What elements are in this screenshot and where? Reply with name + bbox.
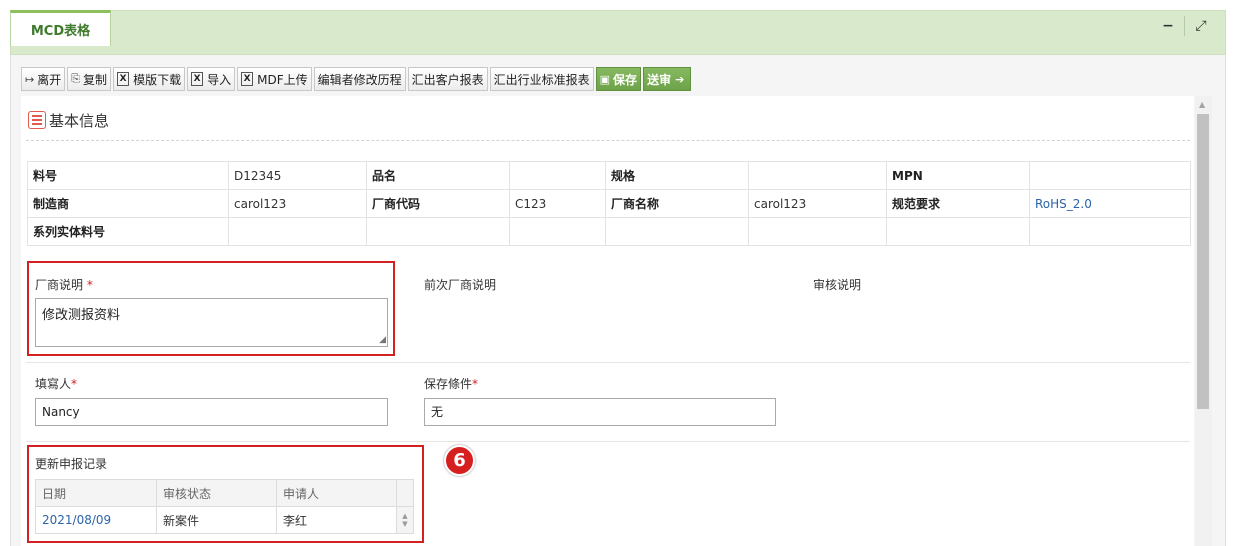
value-vendor-name: carol123 bbox=[748, 189, 887, 218]
submit-review-button[interactable]: 送审 ➔ bbox=[643, 67, 692, 91]
label-part-number: 料号 bbox=[27, 161, 229, 190]
label-spec-requirement: 规范要求 bbox=[886, 189, 1030, 218]
table-cell bbox=[886, 217, 1030, 246]
column-header-applicant[interactable]: 申请人 bbox=[276, 479, 397, 507]
vendor-note-textarea[interactable]: 修改测报资料 ◢ bbox=[35, 298, 388, 347]
records-table: 日期 审核状态 申请人 2021/08/09 新案件 李红 ▲ ▼ bbox=[35, 479, 414, 534]
record-status: 新案件 bbox=[156, 506, 277, 534]
table-cell bbox=[605, 217, 749, 246]
excel-icon: X bbox=[117, 72, 130, 86]
vertical-scrollbar[interactable]: ▲ bbox=[1195, 96, 1212, 546]
table-row: 系列实体料号 bbox=[27, 217, 1191, 246]
vendor-note-label: 厂商说明 * bbox=[35, 278, 93, 292]
review-note-label: 审核说明 bbox=[813, 278, 862, 292]
divider bbox=[1184, 16, 1185, 36]
table-row[interactable]: 2021/08/09 新案件 李红 ▲ ▼ bbox=[35, 506, 414, 534]
table-cell bbox=[366, 217, 510, 246]
mdf-upload-label: MDF上传 bbox=[257, 72, 308, 87]
value-vendor-code: C123 bbox=[509, 189, 606, 218]
divider bbox=[26, 441, 1190, 442]
scrollbar-corner bbox=[396, 479, 414, 507]
value-series-part-number bbox=[228, 217, 367, 246]
record-applicant: 李红 bbox=[276, 506, 397, 534]
expand-icon[interactable]: ⤢ bbox=[1188, 14, 1214, 38]
copy-icon: ⎘ bbox=[71, 72, 81, 85]
value-part-number: D12345 bbox=[228, 161, 367, 190]
submit-review-label: 送审 bbox=[647, 72, 672, 87]
template-download-label: 模版下载 bbox=[133, 72, 182, 87]
storage-label: 保存條件* bbox=[424, 377, 479, 391]
value-spec bbox=[748, 161, 887, 190]
tab-mcd-table[interactable]: MCD表格 bbox=[10, 10, 111, 46]
records-title: 更新申报记录 bbox=[35, 457, 108, 471]
label-manufacturer: 制造商 bbox=[27, 189, 229, 218]
table-cell bbox=[1029, 217, 1191, 246]
table-cell bbox=[748, 217, 887, 246]
edit-history-button[interactable]: 编辑者修改历程 bbox=[313, 67, 406, 91]
save-label: 保存 bbox=[613, 72, 638, 87]
list-icon bbox=[28, 111, 46, 129]
label-mpn: MPN bbox=[886, 161, 1030, 190]
edit-history-label: 编辑者修改历程 bbox=[317, 72, 402, 87]
save-icon: ▣ bbox=[599, 72, 611, 86]
excel-icon: X bbox=[191, 72, 204, 86]
filler-input[interactable]: Nancy bbox=[35, 398, 388, 426]
section-title-text: 基本信息 bbox=[49, 111, 110, 130]
value-mpn bbox=[1029, 161, 1191, 190]
export-industry-report-button[interactable]: 汇出行业标准报表 bbox=[489, 67, 594, 91]
copy-label: 复制 bbox=[83, 72, 108, 87]
export-customer-report-label: 汇出客户报表 bbox=[411, 72, 484, 87]
exit-icon: ↦ bbox=[25, 72, 35, 86]
rohs-link[interactable]: RoHS_2.0 bbox=[1029, 189, 1191, 218]
mdf-upload-button[interactable]: X MDF上传 bbox=[237, 67, 312, 91]
label-product-name: 品名 bbox=[366, 161, 510, 190]
table-row: 料号 D12345 品名 规格 MPN bbox=[27, 161, 1191, 190]
import-label: 导入 bbox=[207, 72, 232, 87]
divider bbox=[26, 140, 1190, 141]
table-header-row: 日期 审核状态 申请人 bbox=[35, 479, 414, 507]
divider bbox=[26, 362, 1190, 363]
tab-label: MCD表格 bbox=[30, 24, 91, 39]
template-download-button[interactable]: X 模版下载 bbox=[113, 67, 186, 91]
column-header-status[interactable]: 审核状态 bbox=[156, 479, 277, 507]
scroll-up-arrow-icon[interactable]: ▲ bbox=[1199, 100, 1205, 109]
minimize-icon[interactable]: − bbox=[1155, 14, 1181, 38]
table-row: 制造商 carol123 厂商代码 C123 厂商名称 carol123 规范要… bbox=[27, 189, 1191, 218]
import-button[interactable]: X 导入 bbox=[187, 67, 236, 91]
scroll-arrows-icon[interactable]: ▲ ▼ bbox=[396, 506, 414, 534]
export-industry-report-label: 汇出行业标准报表 bbox=[493, 72, 590, 87]
resize-handle-icon[interactable]: ◢ bbox=[379, 336, 386, 345]
copy-button[interactable]: ⎘ 复制 bbox=[67, 67, 112, 91]
scrollbar-thumb[interactable] bbox=[1197, 114, 1209, 409]
toolbar: ↦ 离开 ⎘ 复制 X 模版下载 X 导入 X MDF上传 编辑者修改历程 汇出客户报表 … bbox=[21, 67, 692, 91]
label-spec: 规格 bbox=[605, 161, 749, 190]
panel-header bbox=[10, 10, 1226, 55]
value-product-name bbox=[509, 161, 606, 190]
export-customer-report-button[interactable]: 汇出客户报表 bbox=[407, 67, 488, 91]
exit-button[interactable]: ↦ 离开 bbox=[21, 67, 66, 91]
section-title: 基本信息 bbox=[28, 110, 109, 130]
label-series-part-number: 系列实体料号 bbox=[27, 217, 229, 246]
vendor-note-value: 修改测报资料 bbox=[42, 308, 121, 323]
step-badge: 6 bbox=[444, 445, 475, 476]
excel-icon: X bbox=[241, 72, 254, 86]
label-vendor-name: 厂商名称 bbox=[605, 189, 749, 218]
table-cell bbox=[509, 217, 606, 246]
save-button[interactable]: ▣ 保存 bbox=[595, 67, 642, 91]
column-header-date[interactable]: 日期 bbox=[35, 479, 157, 507]
label-vendor-code: 厂商代码 bbox=[366, 189, 510, 218]
arrow-right-icon: ➔ bbox=[675, 72, 685, 86]
filler-label: 填寫人* bbox=[35, 377, 78, 391]
exit-label: 离开 bbox=[37, 72, 62, 87]
storage-input[interactable]: 无 bbox=[424, 398, 776, 426]
basic-info-table: 料号 D12345 品名 规格 MPN 制造商 carol123 厂商代码 C1… bbox=[27, 161, 1191, 246]
record-date-link[interactable]: 2021/08/09 bbox=[35, 506, 157, 534]
prev-vendor-note-label: 前次厂商说明 bbox=[424, 278, 497, 292]
value-manufacturer: carol123 bbox=[228, 189, 367, 218]
